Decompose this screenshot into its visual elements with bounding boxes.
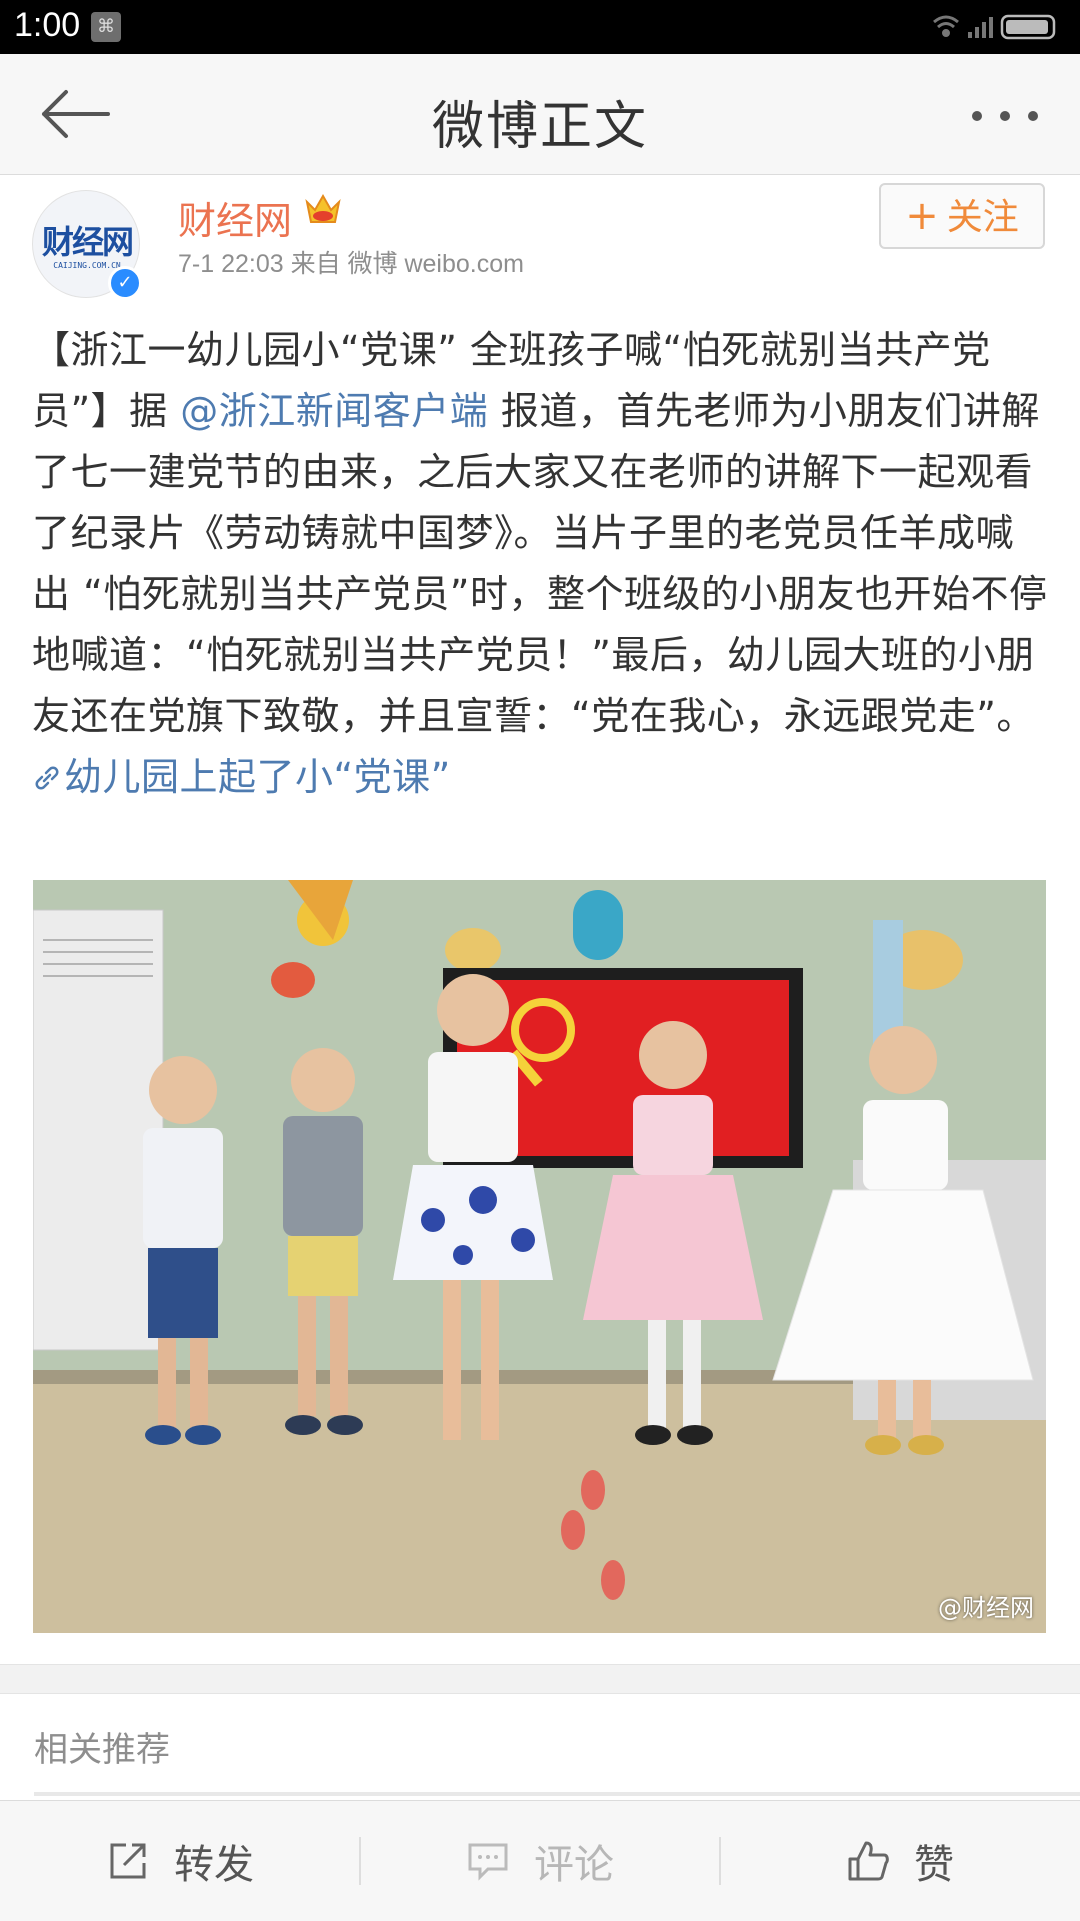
comment-icon	[468, 1843, 508, 1881]
page-title: 微博正文	[431, 97, 648, 157]
author-avatar[interactable]: 财经网 CAIJING.COM.CN ✓	[32, 190, 142, 300]
repost-icon	[110, 1843, 146, 1879]
avatar-logo-text: 财经网	[41, 223, 134, 261]
article-link-text: 幼儿园上起了小“党课”	[64, 755, 451, 799]
post-meta: 7-1 22:03 来自 微博 weibo.com	[178, 250, 524, 278]
more-dots-icon	[972, 111, 1038, 121]
post-text-part2: 报道，首先老师为小朋友们讲解了七一建党节的由来，之后大家又在老师的讲解下一起观看…	[32, 389, 1048, 738]
thumbs-up-icon	[848, 1841, 889, 1881]
repost-button[interactable]: 转发	[0, 1801, 360, 1921]
post-body: 【浙江一幼儿园小“党课” 全班孩子喊“怕死就别当共产党员”】据 @浙江新闻客户端…	[32, 320, 1052, 808]
repost-label: 转发	[174, 1842, 254, 1888]
signal-icon	[968, 17, 993, 38]
follow-label: 关注	[946, 197, 1019, 238]
comment-button[interactable]: 评论	[360, 1801, 720, 1921]
like-label: 赞	[914, 1842, 954, 1888]
section-divider	[0, 1664, 1080, 1694]
status-time: 1:00	[14, 6, 81, 44]
post-image[interactable]: @财经网	[33, 880, 1046, 1633]
like-button[interactable]: 赞	[720, 1801, 1080, 1921]
vip-crown-icon	[303, 190, 343, 230]
image-watermark: @财经网	[938, 1594, 1034, 1622]
more-options-button[interactable]	[970, 108, 1040, 122]
author-name[interactable]: 财经网	[178, 190, 292, 245]
wifi-icon	[933, 15, 959, 37]
status-bar: 1:00 ⌘	[0, 0, 1080, 54]
article-link[interactable]: 幼儿园上起了小“党课”	[32, 755, 451, 799]
notification-icon: ⌘	[91, 12, 121, 42]
top-navigation-bar: 微博正文	[0, 54, 1080, 175]
comment-label: 评论	[534, 1842, 614, 1888]
mention-link[interactable]: @浙江新闻客户端	[180, 389, 488, 433]
related-recommendations-label: 相关推荐	[34, 1730, 170, 1770]
link-icon	[35, 766, 59, 790]
system-icons	[930, 12, 1060, 42]
battery-icon	[1000, 14, 1056, 40]
classroom-photo	[33, 880, 1046, 1633]
verified-badge-icon: ✓	[108, 266, 142, 300]
related-divider	[34, 1792, 1080, 1796]
bottom-action-bar: 转发 评论 赞	[0, 1800, 1080, 1921]
plus-icon: +	[905, 193, 939, 239]
follow-button[interactable]: + 关注	[879, 183, 1045, 249]
